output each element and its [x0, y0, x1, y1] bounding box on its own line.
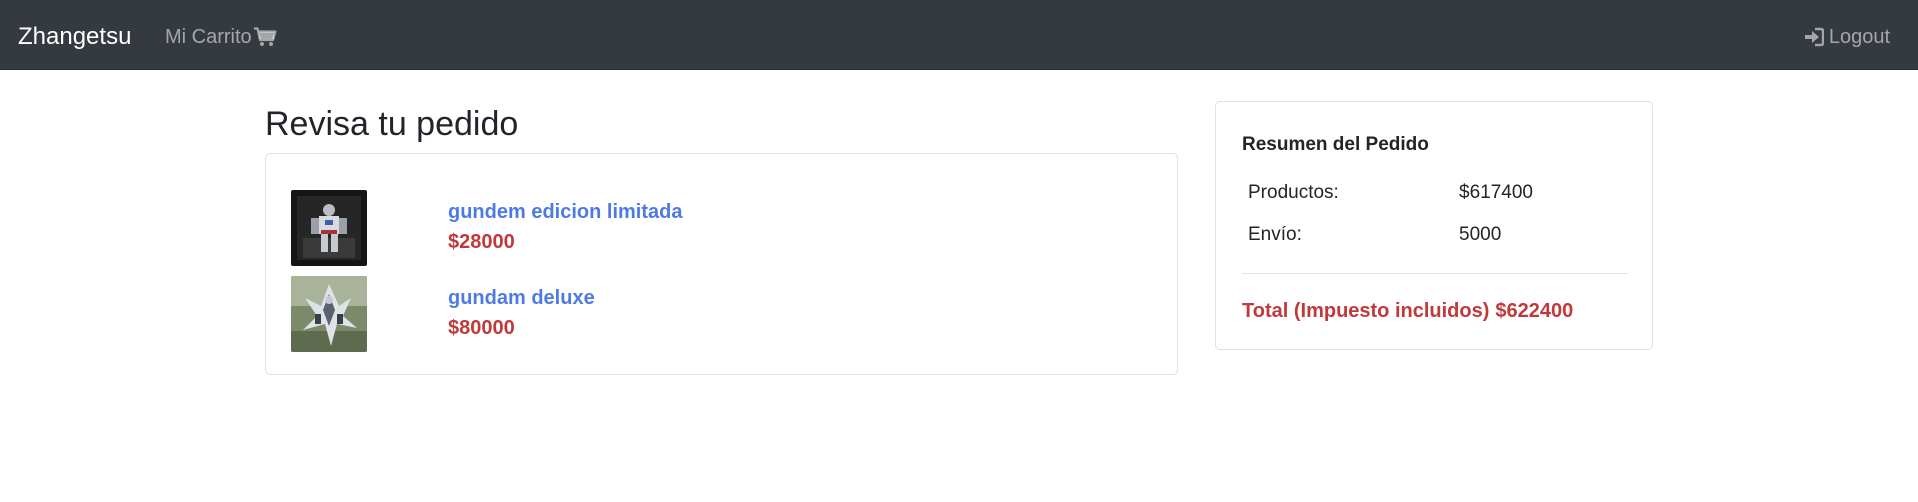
product-image — [291, 190, 367, 266]
summary-total-label: Total (Impuesto incluidos) — [1242, 300, 1490, 322]
summary-products-label: Productos: — [1248, 182, 1339, 203]
order-items-card: gundem edicion limitada $28000 gundam de… — [265, 153, 1178, 375]
page-title: Revisa tu pedido — [265, 105, 519, 143]
product-image — [291, 276, 367, 352]
product-name-link[interactable]: gundem edicion limitada — [448, 199, 682, 225]
order-item: gundem edicion limitada $28000 — [291, 190, 1151, 266]
logout-link[interactable]: Logout — [1804, 24, 1890, 50]
product-price: $80000 — [448, 317, 515, 339]
summary-products-value: $617400 — [1459, 182, 1533, 203]
top-navbar: Zhangetsu Mi Carrito Logout — [0, 0, 1918, 70]
nav-cart-label: Mi Carrito — [165, 26, 252, 48]
order-summary-card: Resumen del Pedido Productos: $617400 En… — [1215, 101, 1653, 350]
summary-shipping-label: Envío: — [1248, 224, 1302, 245]
summary-title: Resumen del Pedido — [1242, 134, 1429, 155]
order-item: gundam deluxe $80000 — [291, 276, 1151, 352]
sign-in-icon — [1804, 27, 1824, 47]
logout-label: Logout — [1828, 26, 1890, 48]
nav-cart-link[interactable]: Mi Carrito — [165, 24, 277, 50]
product-name-link[interactable]: gundam deluxe — [448, 285, 595, 311]
summary-shipping-value: 5000 — [1459, 224, 1502, 245]
shopping-cart-icon — [253, 27, 277, 46]
product-price: $28000 — [448, 231, 515, 253]
summary-total: Total (Impuesto incluidos) $622400 — [1242, 298, 1579, 324]
summary-total-value: $622400 — [1495, 300, 1574, 322]
brand-logo[interactable]: Zhangetsu — [18, 22, 131, 52]
summary-divider — [1242, 273, 1628, 274]
